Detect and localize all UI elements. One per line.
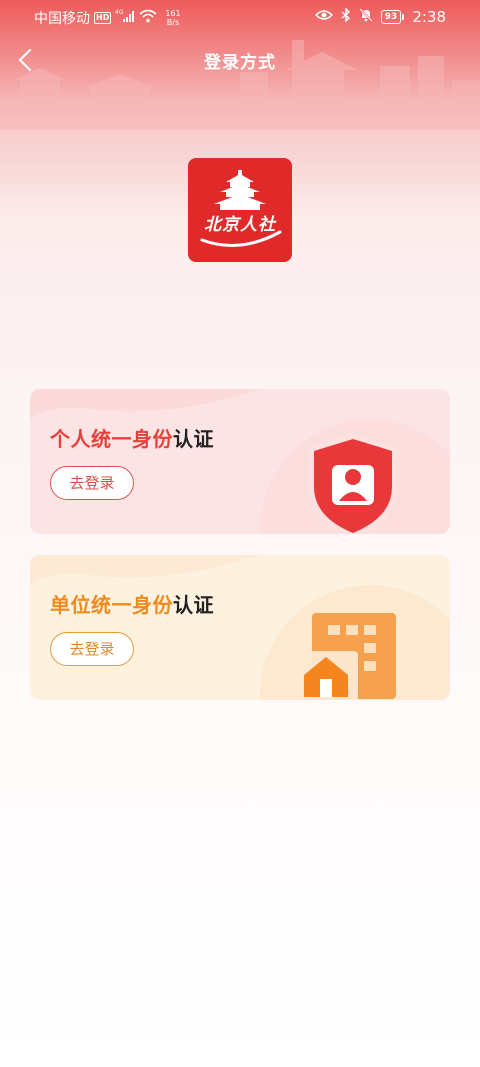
bluetooth-icon [341, 7, 351, 26]
app-logo: 北京人社 [188, 158, 292, 262]
logo-text: 北京人社 [204, 215, 276, 235]
shield-user-icon [308, 433, 398, 534]
hd-badge: HD [94, 12, 112, 24]
status-time: 2:38 [412, 8, 446, 26]
battery-level: 93 [380, 10, 402, 24]
company-card-title: 单位统一身份认证 [50, 593, 214, 617]
battery-indicator: 93 [380, 10, 405, 24]
company-auth-card[interactable]: 单位统一身份认证 去登录 [30, 555, 450, 700]
mute-bell-icon [359, 8, 373, 26]
signal-icon: 4G [115, 9, 135, 27]
page-title: 登录方式 [204, 53, 276, 73]
carrier-name: 中国移动 [34, 11, 90, 27]
network-speed: 161 B/s [165, 9, 181, 27]
personal-auth-card[interactable]: 个人统一身份认证 去登录 [30, 389, 450, 534]
personal-card-title: 个人统一身份认证 [50, 427, 214, 451]
building-home-icon [294, 613, 396, 700]
navigation-bar: 登录方式 [0, 38, 480, 82]
wifi-icon [139, 9, 157, 27]
status-bar: 中国移动 HD 4G 161 B/s 93 2:38 [0, 0, 480, 34]
company-login-button[interactable]: 去登录 [50, 632, 134, 666]
eye-icon [314, 9, 333, 25]
svg-text:4G: 4G [115, 9, 124, 16]
personal-login-button[interactable]: 去登录 [50, 466, 134, 500]
